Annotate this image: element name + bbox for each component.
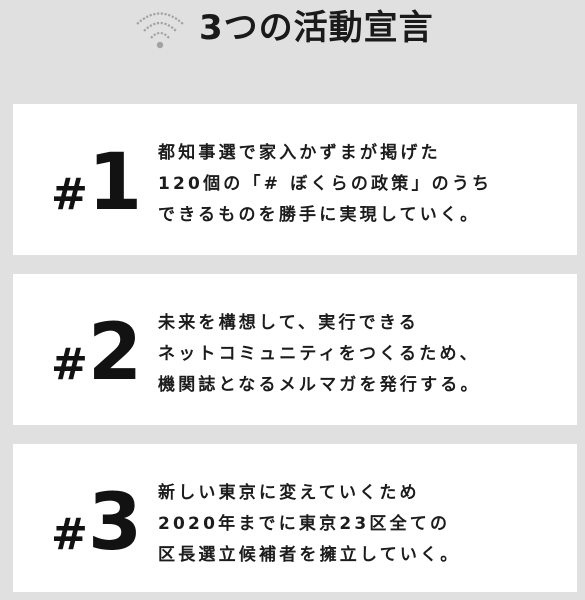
declaration-card-2: #2 未来を構想して、実行できる ネットコミュニティをつくるため、 機関誌となる… bbox=[13, 274, 577, 425]
declaration-line: 都知事選で家入かずまが掲げた bbox=[158, 143, 441, 163]
declaration-line: 未来を構想して、実行できる bbox=[158, 313, 419, 333]
hash-mark: # bbox=[51, 509, 88, 560]
declaration-number: #2 bbox=[51, 308, 142, 398]
page-header: 3つの活動宣言 bbox=[0, 0, 585, 58]
declaration-text: 未来を構想して、実行できる ネットコミュニティをつくるため、 機関誌となるメルマ… bbox=[158, 308, 563, 401]
declaration-line: 機関誌となるメルマガを発行する。 bbox=[158, 375, 481, 395]
declaration-text: 都知事選で家入かずまが掲げた 120個の「# ぼくらの政策」のうち できるものを… bbox=[158, 138, 563, 231]
number-digit: 3 bbox=[87, 478, 142, 568]
declaration-line: ネットコミュニティをつくるため、 bbox=[158, 344, 480, 364]
number-digit: 1 bbox=[87, 138, 142, 228]
declaration-card-1: #1 都知事選で家入かずまが掲げた 120個の「# ぼくらの政策」のうち できる… bbox=[13, 104, 577, 255]
declaration-number: #3 bbox=[51, 478, 142, 568]
hash-mark: # bbox=[51, 339, 88, 390]
declaration-number: #1 bbox=[51, 138, 142, 228]
page-title: 3つの活動宣言 bbox=[199, 8, 434, 48]
declaration-line: できるものを勝手に実現していく。 bbox=[158, 205, 481, 225]
declaration-line: 新しい東京に変えていくため bbox=[158, 483, 420, 503]
declaration-line: 区長選立候補者を擁立していく。 bbox=[158, 545, 461, 565]
declaration-line: 120個の「# ぼくらの政策」のうち bbox=[158, 174, 493, 194]
number-digit: 2 bbox=[87, 308, 142, 398]
wifi-icon bbox=[136, 12, 184, 49]
declaration-text: 新しい東京に変えていくため 2020年までに東京23区全ての 区長選立候補者を擁… bbox=[158, 478, 563, 571]
declaration-line: 2020年までに東京23区全ての bbox=[158, 514, 451, 534]
hash-mark: # bbox=[51, 169, 88, 220]
declaration-card-3: #3 新しい東京に変えていくため 2020年までに東京23区全ての 区長選立候補… bbox=[13, 444, 577, 592]
